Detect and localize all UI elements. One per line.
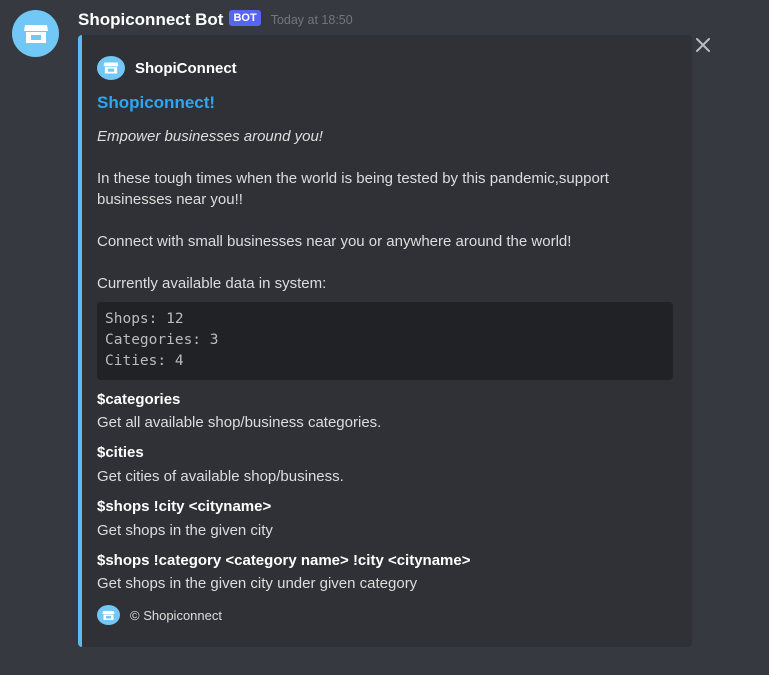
embed-paragraph: Connect with small businesses near you o… bbox=[97, 233, 572, 250]
bot-badge: BOT bbox=[229, 10, 261, 26]
embed-footer: © Shopiconnect bbox=[97, 605, 222, 625]
code-line: Shops: 12 bbox=[105, 311, 184, 327]
field-value: Get shops in the given city bbox=[97, 522, 273, 539]
author-shop-icon bbox=[97, 56, 125, 80]
message-header: Shopiconnect Bot BOT Today at 18:50 bbox=[78, 8, 353, 32]
footer-shop-icon bbox=[97, 605, 120, 625]
field-name: $categories bbox=[97, 391, 181, 408]
embed-paragraph: Currently available data in system: bbox=[97, 275, 327, 292]
author-name: ShopiConnect bbox=[135, 59, 237, 77]
field-name: $cities bbox=[97, 444, 144, 461]
field-value: Get cities of available shop/business. bbox=[97, 468, 344, 485]
username[interactable]: Shopiconnect Bot bbox=[78, 10, 223, 30]
bot-avatar[interactable] bbox=[12, 10, 59, 57]
close-icon[interactable] bbox=[692, 34, 714, 56]
embed-title[interactable]: Shopiconnect! bbox=[97, 93, 215, 113]
field-value: Get shops in the given city under given … bbox=[97, 575, 418, 592]
code-line: Categories: 3 bbox=[105, 332, 219, 348]
embed-card: ShopiConnect Shopiconnect! Empower busin… bbox=[78, 35, 692, 647]
field-name: $shops !category <category name> !city <… bbox=[97, 552, 471, 569]
code-line: Cities: 4 bbox=[105, 353, 184, 369]
field-name: $shops !city <cityname> bbox=[97, 498, 272, 515]
chat-message: Shopiconnect Bot BOT Today at 18:50 Shop… bbox=[0, 0, 769, 675]
shop-icon bbox=[23, 24, 48, 43]
code-block: Shops: 12 Categories: 3 Cities: 4 bbox=[97, 302, 673, 380]
footer-text: © Shopiconnect bbox=[130, 607, 222, 623]
field-value: Get all available shop/business categori… bbox=[97, 414, 382, 431]
timestamp[interactable]: Today at 18:50 bbox=[271, 13, 353, 27]
embed-tagline: Empower businesses around you! bbox=[97, 128, 323, 145]
embed-author: ShopiConnect bbox=[97, 56, 237, 80]
embed-paragraph-line: In these tough times when the world is b… bbox=[97, 170, 609, 187]
embed-paragraph-line: businesses near you!! bbox=[97, 191, 243, 208]
